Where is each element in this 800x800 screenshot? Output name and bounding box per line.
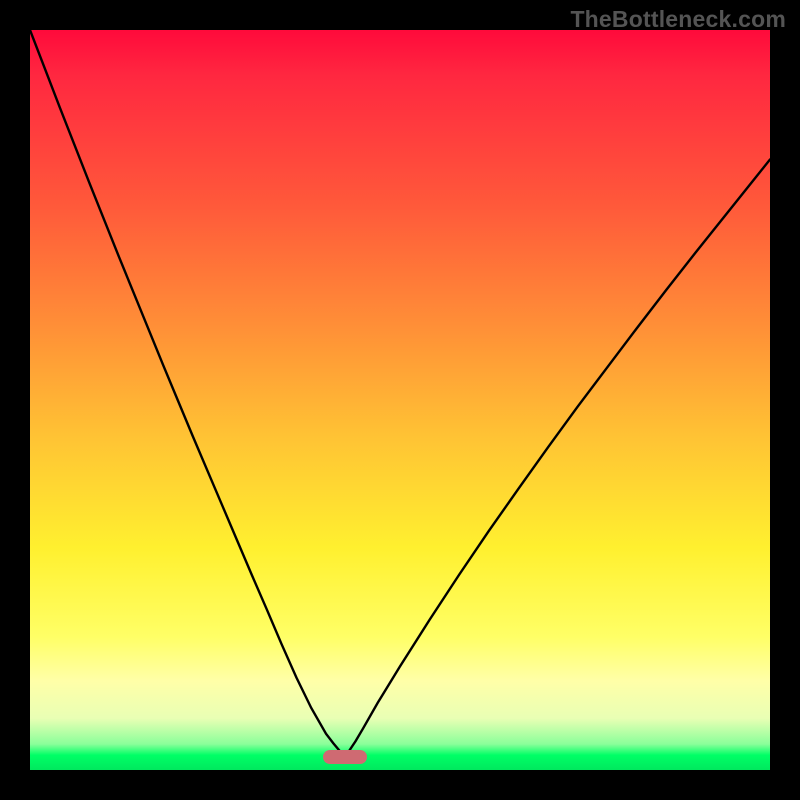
plot-area: [30, 30, 770, 770]
optimum-marker: [323, 750, 367, 764]
chart-frame: TheBottleneck.com: [0, 0, 800, 800]
bottleneck-curve: [30, 30, 770, 770]
watermark-text: TheBottleneck.com: [570, 6, 786, 33]
curve-path: [30, 30, 770, 757]
